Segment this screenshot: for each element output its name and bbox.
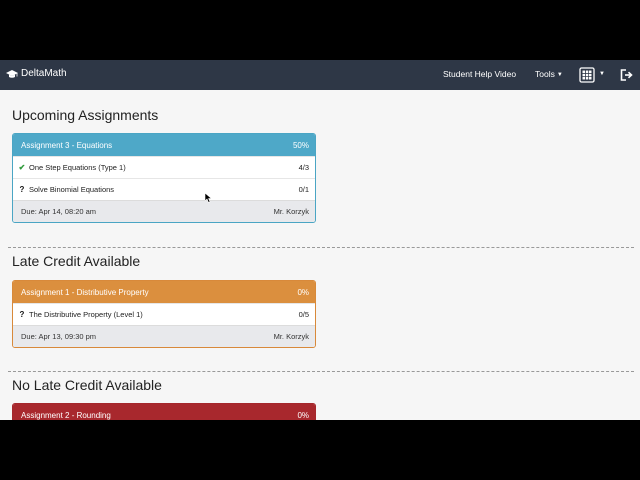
brand-name: DeltaMath <box>21 68 67 79</box>
assignment-card-header[interactable]: Assignment 3 - Equations 50% <box>13 134 315 156</box>
problem-row[interactable]: ? Solve Binomial Equations 0/1 <box>13 178 315 200</box>
student-help-video-link[interactable]: Student Help Video <box>443 69 516 79</box>
problem-score: 4/3 <box>298 163 309 172</box>
problem-name[interactable]: One Step Equations (Type 1) <box>29 163 126 172</box>
assignment-card-header[interactable]: Assignment 2 - Rounding 0% <box>13 404 315 420</box>
assignment-card[interactable]: Assignment 1 - Distributive Property 0% … <box>12 280 316 348</box>
section-divider <box>8 371 634 372</box>
assignment-percent: 0% <box>297 410 309 420</box>
assignment-card-footer: Due: Apr 14, 08:20 am Mr. Korzyk <box>13 200 315 222</box>
section-title-upcoming: Upcoming Assignments <box>12 107 159 123</box>
calculator-chevron-down-icon[interactable]: ▼ <box>599 71 605 77</box>
assignment-name[interactable]: Assignment 1 - Distributive Property <box>21 288 149 297</box>
section-title-no-late-credit: No Late Credit Available <box>12 377 162 393</box>
section-title-late-credit: Late Credit Available <box>12 253 141 269</box>
mouse-cursor-icon <box>205 193 213 203</box>
problem-score: 0/5 <box>298 310 309 319</box>
assignment-card[interactable]: Assignment 3 - Equations 50% ✔ One Step … <box>12 133 316 223</box>
chevron-down-icon: ▼ <box>556 72 563 78</box>
assignment-name[interactable]: Assignment 2 - Rounding <box>21 411 111 420</box>
problem-row[interactable]: ✔ One Step Equations (Type 1) 4/3 <box>13 156 315 178</box>
assignment-card[interactable]: Assignment 2 - Rounding 0% <box>12 403 316 420</box>
problem-name[interactable]: The Distributive Property (Level 1) <box>29 310 143 319</box>
assignment-card-footer: Due: Apr 13, 09:30 pm Mr. Korzyk <box>13 325 315 347</box>
due-date: Due: Apr 13, 09:30 pm <box>21 332 97 341</box>
tools-label: Tools <box>535 69 555 79</box>
question-mark-icon: ? <box>19 185 25 194</box>
brand-logo[interactable]: DeltaMath <box>6 68 67 79</box>
question-mark-icon: ? <box>19 310 25 319</box>
checkmark-icon: ✔ <box>18 163 26 172</box>
top-navbar: DeltaMath Student Help Video Tools ▼ ▼ <box>0 60 640 90</box>
section-divider <box>8 247 634 248</box>
assignment-card-header[interactable]: Assignment 1 - Distributive Property 0% <box>13 281 315 303</box>
tools-dropdown[interactable]: Tools ▼ <box>535 69 563 79</box>
problem-name[interactable]: Solve Binomial Equations <box>29 185 114 194</box>
graduation-cap-icon <box>6 69 18 78</box>
problem-score: 0/1 <box>298 185 309 194</box>
teacher-name: Mr. Korzyk <box>273 332 309 341</box>
assignment-name[interactable]: Assignment 3 - Equations <box>21 141 112 150</box>
logout-icon[interactable] <box>620 69 633 81</box>
due-date: Due: Apr 14, 08:20 am <box>21 207 97 216</box>
assignment-percent: 0% <box>297 287 309 297</box>
teacher-name: Mr. Korzyk <box>273 207 309 216</box>
calculator-icon[interactable] <box>579 67 595 83</box>
problem-row[interactable]: ? The Distributive Property (Level 1) 0/… <box>13 303 315 325</box>
assignment-percent: 50% <box>292 140 309 150</box>
app-viewport: DeltaMath Student Help Video Tools ▼ ▼ Up… <box>0 60 640 420</box>
